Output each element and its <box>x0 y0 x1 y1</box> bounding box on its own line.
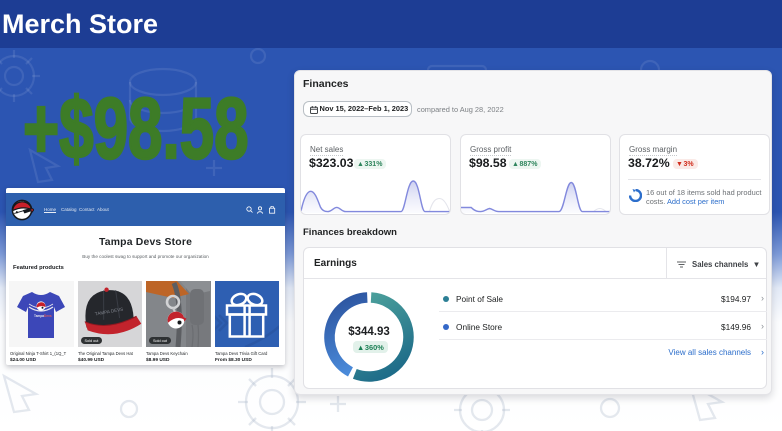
svg-text:TampaDevs: TampaDevs <box>34 314 52 318</box>
